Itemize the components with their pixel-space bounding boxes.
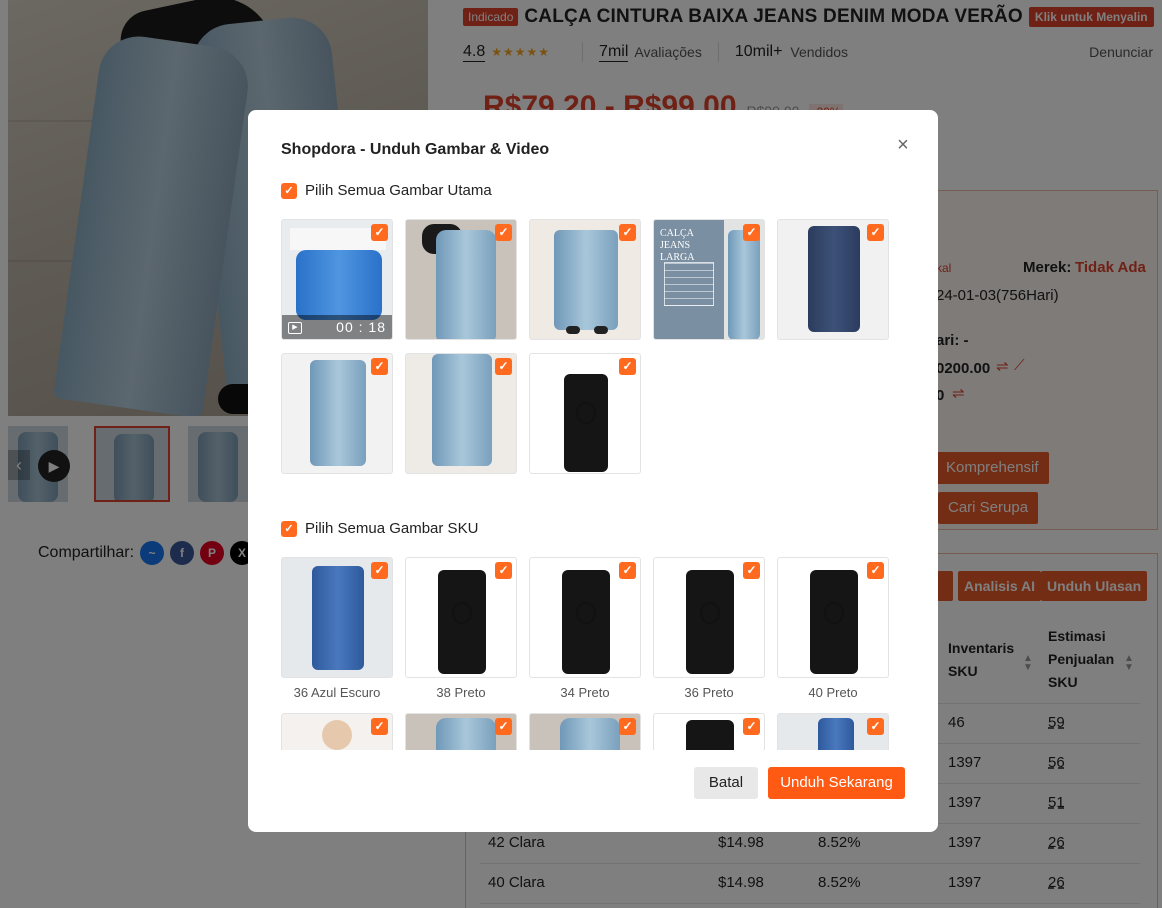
checkbox[interactable]: ✓	[495, 718, 512, 735]
checkbox[interactable]: ✓	[743, 562, 760, 579]
main-image-size-chart[interactable]: CALÇA JEANS LARGA ✓	[653, 219, 765, 340]
select-all-main-row[interactable]: ✓ Pilih Semua Gambar Utama	[281, 182, 492, 199]
sku-image[interactable]: ✓	[281, 557, 393, 678]
sku-image[interactable]: ✓	[405, 713, 517, 750]
checkbox[interactable]: ✓	[371, 224, 388, 241]
main-image[interactable]: ✓	[281, 353, 393, 474]
main-image[interactable]: ✓	[529, 353, 641, 474]
checkbox[interactable]: ✓	[619, 718, 636, 735]
sku-image[interactable]: ✓	[405, 557, 517, 678]
checkbox[interactable]: ✓	[371, 718, 388, 735]
checkbox[interactable]: ✓	[619, 224, 636, 241]
select-all-sku-label[interactable]: Pilih Semua Gambar SKU	[305, 520, 478, 537]
cancel-button[interactable]: Batal	[694, 767, 758, 799]
main-image-video[interactable]: 00 : 18 ▶ ✓	[281, 219, 393, 340]
size-chart-card: CALÇA JEANS LARGA	[654, 220, 724, 339]
sku-label: 36 Azul Escuro	[293, 685, 381, 700]
sku-image[interactable]: ✓	[653, 713, 765, 750]
select-all-main-label[interactable]: Pilih Semua Gambar Utama	[305, 182, 492, 199]
modal-title: Shopdora - Unduh Gambar & Video	[281, 141, 550, 158]
select-all-sku-row[interactable]: ✓ Pilih Semua Gambar SKU	[281, 520, 478, 537]
checkbox[interactable]: ✓	[743, 718, 760, 735]
sku-image[interactable]: ✓	[529, 557, 641, 678]
main-image[interactable]: ✓	[405, 219, 517, 340]
sku-image[interactable]: ✓	[777, 557, 889, 678]
main-image[interactable]: ✓	[529, 219, 641, 340]
download-now-button[interactable]: Unduh Sekarang	[768, 767, 905, 799]
sku-image[interactable]: ✓	[777, 713, 889, 750]
checkbox[interactable]: ✓	[495, 224, 512, 241]
checkbox[interactable]: ✓	[867, 718, 884, 735]
main-image[interactable]: ✓	[777, 219, 889, 340]
checkbox[interactable]: ✓	[371, 358, 388, 375]
checkbox[interactable]: ✓	[371, 562, 388, 579]
sku-image[interactable]: ✓	[653, 557, 765, 678]
sku-image[interactable]: ✓	[529, 713, 641, 750]
sku-label: 40 Preto	[808, 685, 858, 700]
sku-image[interactable]: ✓	[281, 713, 393, 750]
close-icon[interactable]: ×	[894, 135, 912, 155]
checkbox[interactable]: ✓	[867, 224, 884, 241]
video-icon: ▶	[288, 322, 302, 334]
checkbox-select-all-main[interactable]: ✓	[281, 182, 297, 199]
checkbox[interactable]: ✓	[619, 358, 636, 375]
checkbox[interactable]: ✓	[867, 562, 884, 579]
checkbox-select-all-sku[interactable]: ✓	[281, 520, 297, 537]
main-image[interactable]: ✓	[405, 353, 517, 474]
checkbox[interactable]: ✓	[495, 562, 512, 579]
download-modal: Shopdora - Unduh Gambar & Video × ✓ Pili…	[248, 110, 938, 832]
checkbox[interactable]: ✓	[743, 224, 760, 241]
checkbox[interactable]: ✓	[619, 562, 636, 579]
size-chart-title: CALÇA JEANS LARGA	[660, 228, 695, 263]
sku-label: 38 Preto	[436, 685, 486, 700]
checkbox[interactable]: ✓	[495, 358, 512, 375]
sku-label: 34 Preto	[560, 685, 610, 700]
sku-label: 36 Preto	[684, 685, 734, 700]
image-scroll-area[interactable]: 00 : 18 ▶ ✓ ✓ ✓ CALÇA JEANS LARGA ✓ ✓ ✓ …	[281, 210, 911, 750]
